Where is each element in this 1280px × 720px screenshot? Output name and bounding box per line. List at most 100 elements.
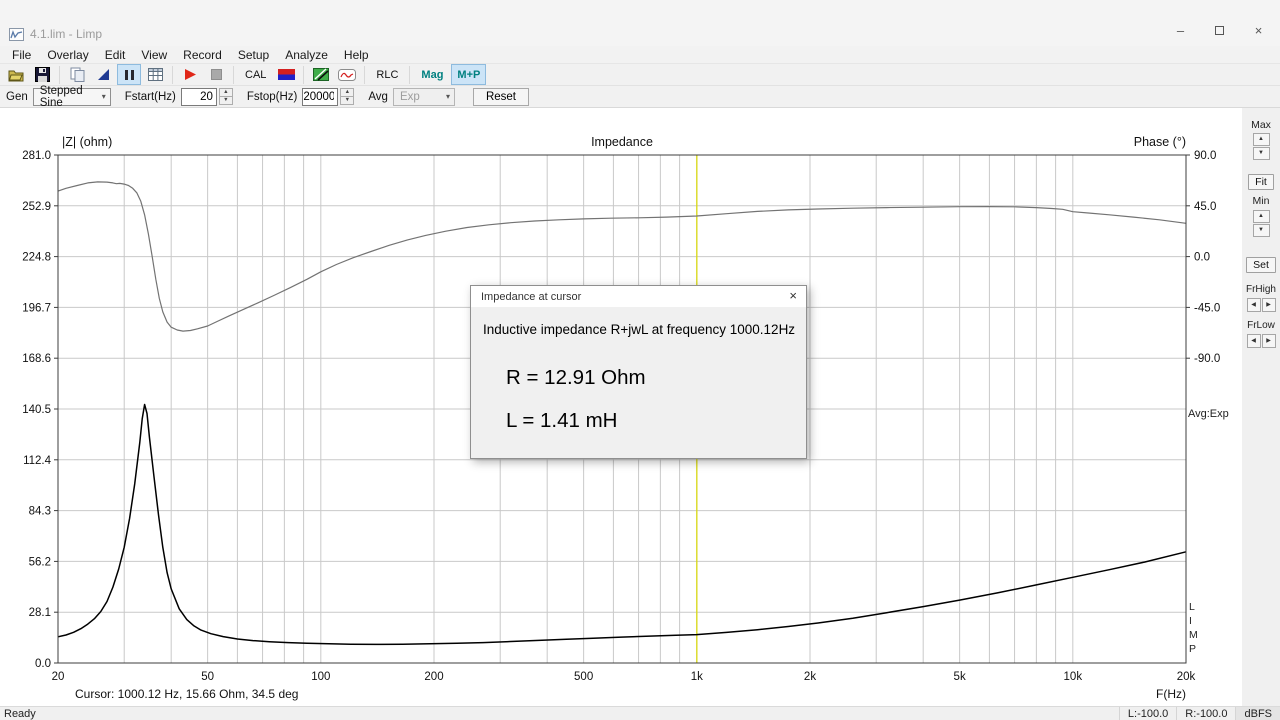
reset-button[interactable]: Reset bbox=[472, 87, 529, 106]
copy-icon bbox=[70, 67, 84, 82]
stop-button[interactable] bbox=[204, 64, 228, 85]
frhigh-left-button[interactable]: ◀ bbox=[1246, 298, 1261, 312]
menu-analyze[interactable]: Analyze bbox=[277, 48, 336, 62]
chevron-down-icon: ▾ bbox=[445, 92, 450, 101]
fstop-label: Fstop(Hz) bbox=[246, 90, 298, 103]
fstart-label: Fstart(Hz) bbox=[124, 90, 176, 103]
menu-edit[interactable]: Edit bbox=[97, 48, 134, 62]
level-unit: dBFS bbox=[1235, 707, 1280, 720]
phase-axis-tick-label: 0.0 bbox=[1194, 252, 1210, 264]
status-bar: Ready L:-100.0 R:-100.0 dBFS bbox=[0, 706, 1280, 720]
menu-help[interactable]: Help bbox=[336, 48, 377, 62]
app-icon bbox=[9, 28, 24, 41]
z-axis-tick-label: 140.5 bbox=[22, 404, 51, 416]
fstart-down-button[interactable]: ▼ bbox=[218, 95, 233, 105]
min-down-button[interactable]: ▼ bbox=[1252, 224, 1270, 237]
status-ready: Ready bbox=[4, 707, 36, 720]
flag-icon bbox=[277, 69, 295, 80]
pause-button[interactable] bbox=[117, 64, 141, 85]
cal-button[interactable]: CAL bbox=[239, 64, 272, 85]
toolbar-separator bbox=[409, 65, 411, 84]
set-button[interactable]: Set bbox=[1246, 257, 1276, 273]
open-button[interactable] bbox=[4, 64, 28, 85]
chevron-down-icon: ▾ bbox=[101, 92, 106, 101]
left-axis-title: |Z| (ohm) bbox=[62, 135, 113, 149]
scope-icon bbox=[338, 68, 357, 81]
fstart-input[interactable] bbox=[180, 87, 217, 106]
freq-axis-tick-label: 50 bbox=[201, 671, 214, 683]
freq-axis-tick-label: 20 bbox=[52, 671, 65, 683]
close-button[interactable]: × bbox=[1239, 18, 1278, 42]
cursor-readout: Cursor: 1000.12 Hz, 15.66 Ohm, 34.5 deg bbox=[75, 687, 299, 701]
z-axis-labels: 281.0 252.9 224.8 196.7 168.6 140.5 112.4 84.3 5… bbox=[22, 150, 58, 670]
freq-axis-tick-label: 200 bbox=[424, 671, 443, 683]
dialog-title: Impedance at cursor bbox=[481, 290, 582, 303]
freq-axis-labels: 20 50 100 200 500 1k 2k 5k 10k 20k bbox=[52, 671, 1196, 683]
freq-axis-tick-label: 100 bbox=[311, 671, 330, 683]
inductance-value: L = 1.41 mH bbox=[506, 409, 618, 432]
frlow-right-button[interactable]: ▶ bbox=[1261, 334, 1276, 348]
left-channel-level: L:-100.0 bbox=[1118, 707, 1176, 720]
overlay-button[interactable] bbox=[91, 64, 115, 85]
right-axis-title: Phase (°) bbox=[1133, 135, 1186, 149]
stop-icon bbox=[210, 69, 222, 80]
max-up-button[interactable]: ▲ bbox=[1252, 133, 1270, 146]
play-button[interactable] bbox=[178, 64, 202, 85]
mag-phase-button[interactable]: M+P bbox=[451, 64, 487, 85]
z-axis-tick-label: 56.2 bbox=[29, 556, 51, 568]
min-up-button[interactable]: ▲ bbox=[1252, 210, 1270, 223]
limp-app-window: 4.1.lim - Limp – × File Overlay Edit Vie… bbox=[0, 0, 1280, 720]
averaging-note: Avg:Exp bbox=[1188, 408, 1229, 420]
maximize-button[interactable] bbox=[1200, 18, 1239, 42]
minimize-button[interactable]: – bbox=[1161, 18, 1200, 42]
menu-record[interactable]: Record bbox=[175, 48, 230, 62]
table-icon bbox=[147, 68, 163, 81]
window-title: 4.1.lim - Limp bbox=[30, 27, 103, 41]
play-icon bbox=[184, 69, 196, 80]
phase-axis-tick-label: 45.0 bbox=[1194, 201, 1216, 213]
save-icon bbox=[34, 67, 50, 82]
resistance-value: R = 12.91 Ohm bbox=[506, 366, 646, 389]
copy-button[interactable] bbox=[65, 64, 89, 85]
freq-axis-tick-label: 1k bbox=[691, 671, 703, 683]
generator-button[interactable] bbox=[309, 64, 333, 85]
avg-select-value: Exp bbox=[399, 90, 420, 103]
scope-button[interactable] bbox=[335, 64, 359, 85]
dialog-title-bar[interactable]: Impedance at cursor × bbox=[471, 286, 806, 307]
z-axis-tick-label: 168.6 bbox=[22, 353, 51, 365]
mag-button[interactable]: Mag bbox=[415, 64, 449, 85]
overlay-icon bbox=[97, 69, 109, 80]
toolbar: CAL RLC Mag M+P bbox=[0, 63, 1280, 86]
menu-setup[interactable]: Setup bbox=[230, 48, 277, 62]
phase-axis-tick-label: -45.0 bbox=[1194, 302, 1220, 314]
toolbar-separator bbox=[364, 65, 366, 84]
fstop-down-button[interactable]: ▼ bbox=[340, 95, 355, 105]
menu-view[interactable]: View bbox=[133, 48, 175, 62]
z-axis-tick-label: 224.8 bbox=[22, 252, 51, 264]
menu-bar: File Overlay Edit View Record Setup Anal… bbox=[0, 46, 1280, 63]
menu-file[interactable]: File bbox=[4, 48, 39, 62]
menu-overlay[interactable]: Overlay bbox=[39, 48, 96, 62]
z-axis-tick-label: 28.1 bbox=[29, 607, 51, 619]
frlow-left-button[interactable]: ◀ bbox=[1246, 334, 1261, 348]
table-button[interactable] bbox=[143, 64, 167, 85]
avg-select[interactable]: Exp ▾ bbox=[392, 87, 455, 106]
fit-button[interactable]: Fit bbox=[1248, 174, 1274, 190]
frlow-label: FrLow bbox=[1247, 320, 1275, 331]
limp-vertical-label: LIMP bbox=[1189, 601, 1198, 655]
flag-button[interactable] bbox=[274, 64, 298, 85]
dialog-description: Inductive impedance R+jwL at frequency 1… bbox=[483, 322, 796, 337]
maximize-icon bbox=[1215, 25, 1224, 35]
dialog-close-button[interactable]: × bbox=[789, 288, 797, 303]
generator-select[interactable]: Stepped Sine ▾ bbox=[32, 84, 111, 109]
impedance-at-cursor-dialog: Impedance at cursor × Inductive impedanc… bbox=[470, 285, 807, 459]
max-down-button[interactable]: ▼ bbox=[1252, 147, 1270, 160]
scale-control-panel: Max ▲ ▼ Fit Min ▲ ▼ Set FrHigh ◀ ▶ FrLow… bbox=[1242, 108, 1280, 706]
frhigh-right-button[interactable]: ▶ bbox=[1261, 298, 1276, 312]
gen-label: Gen bbox=[6, 90, 28, 103]
generator-select-value: Stepped Sine bbox=[39, 84, 83, 109]
rlc-button[interactable]: RLC bbox=[370, 64, 404, 85]
freq-axis-tick-label: 5k bbox=[954, 671, 966, 683]
fstop-input[interactable] bbox=[302, 87, 339, 106]
save-button[interactable] bbox=[30, 64, 54, 85]
